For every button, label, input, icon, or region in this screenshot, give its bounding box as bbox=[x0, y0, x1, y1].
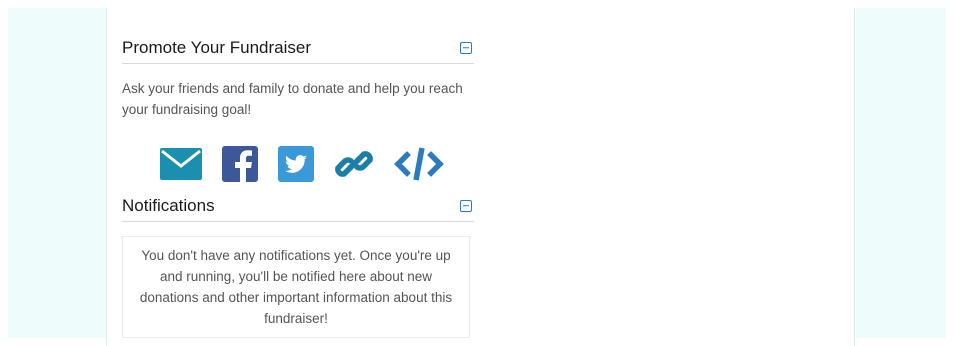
twitter-icon[interactable] bbox=[278, 146, 314, 182]
notifications-section: Notifications You don't have any notific… bbox=[122, 194, 474, 338]
fundraiser-sidebar-panel: Promote Your Fundraiser Ask your friends… bbox=[122, 36, 474, 338]
promote-header: Promote Your Fundraiser bbox=[122, 36, 474, 64]
promote-description: Ask your friends and family to donate an… bbox=[122, 81, 463, 117]
promote-collapse-icon[interactable] bbox=[460, 41, 472, 54]
facebook-icon[interactable] bbox=[222, 146, 258, 182]
left-background bbox=[8, 8, 106, 338]
right-background bbox=[856, 8, 946, 338]
left-divider bbox=[106, 8, 107, 346]
notifications-title: Notifications bbox=[122, 195, 215, 215]
promote-section: Promote Your Fundraiser Ask your friends… bbox=[122, 36, 474, 186]
promote-title: Promote Your Fundraiser bbox=[122, 37, 311, 57]
notifications-header: Notifications bbox=[122, 194, 474, 222]
share-buttons bbox=[122, 142, 474, 186]
right-divider bbox=[854, 8, 855, 346]
link-icon[interactable] bbox=[334, 144, 374, 184]
notifications-empty-message: You don't have any notifications yet. On… bbox=[122, 236, 470, 338]
notifications-collapse-icon[interactable] bbox=[460, 199, 472, 212]
embed-code-icon[interactable] bbox=[394, 146, 444, 182]
email-icon[interactable] bbox=[160, 148, 202, 180]
